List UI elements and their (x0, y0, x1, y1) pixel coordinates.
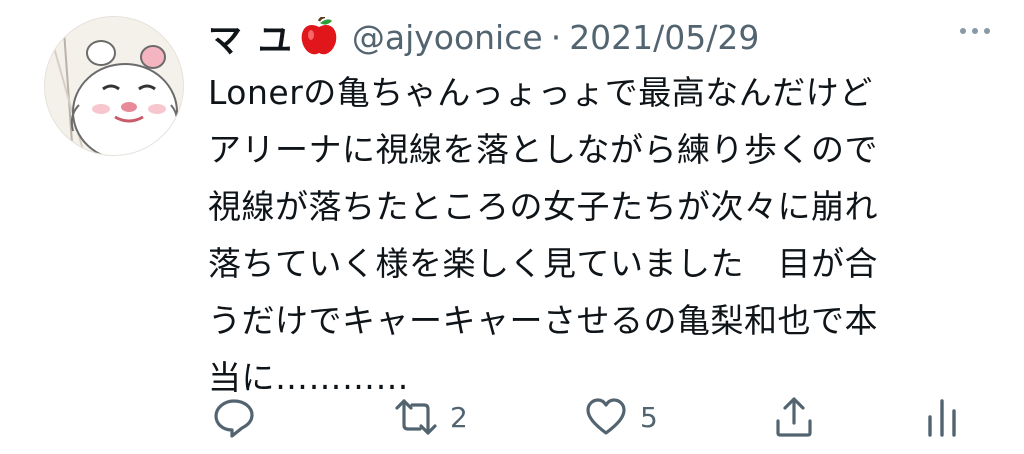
retweet-count: 2 (450, 400, 468, 434)
reply-icon (214, 399, 254, 438)
tweet-text-line: 視線が落ちたところの女子たちが次々に崩れ (208, 187, 878, 226)
retweet-button[interactable]: 2 (394, 395, 468, 439)
like-button[interactable]: 5 (584, 395, 658, 439)
retweet-icon (395, 399, 437, 435)
avatar-illustration (45, 17, 183, 155)
tweet-actions: 2 5 (212, 395, 972, 445)
tweet-text: Lonerの亀ちゃんっょっょで最高なんだけど アリーナに視線を落としながら練り歩… (208, 64, 998, 406)
tweet-header: マ ユ @ajyoonice · 2021/05/29 (208, 10, 994, 64)
avatar[interactable] (44, 16, 184, 156)
red-apple-icon (300, 15, 338, 57)
heart-icon (586, 398, 626, 435)
reply-button[interactable] (212, 395, 256, 439)
more-options-icon[interactable] (956, 24, 994, 38)
share-button[interactable] (772, 395, 816, 439)
tweet-text-line: アリーナに視線を落としながら練り歩くので (208, 130, 878, 169)
analytics-icon (928, 399, 956, 437)
tweet-text-line: Lonerの亀ちゃんっょっょで最高なんだけど (208, 73, 873, 112)
share-icon (776, 397, 812, 437)
tweet-text-line: うだけでキャーキャーさせるの亀梨和也で本 (208, 301, 878, 340)
tweet-text-line: 落ちていく様を楽しく見ていました 目が合 (208, 244, 878, 283)
like-count: 5 (640, 400, 658, 434)
display-name[interactable]: マ ユ (208, 13, 294, 62)
tweet-date[interactable]: 2021/05/29 (569, 18, 759, 57)
analytics-button[interactable] (920, 395, 964, 439)
user-handle[interactable]: @ajyoonice (352, 18, 543, 57)
separator-dot: · (550, 17, 562, 57)
